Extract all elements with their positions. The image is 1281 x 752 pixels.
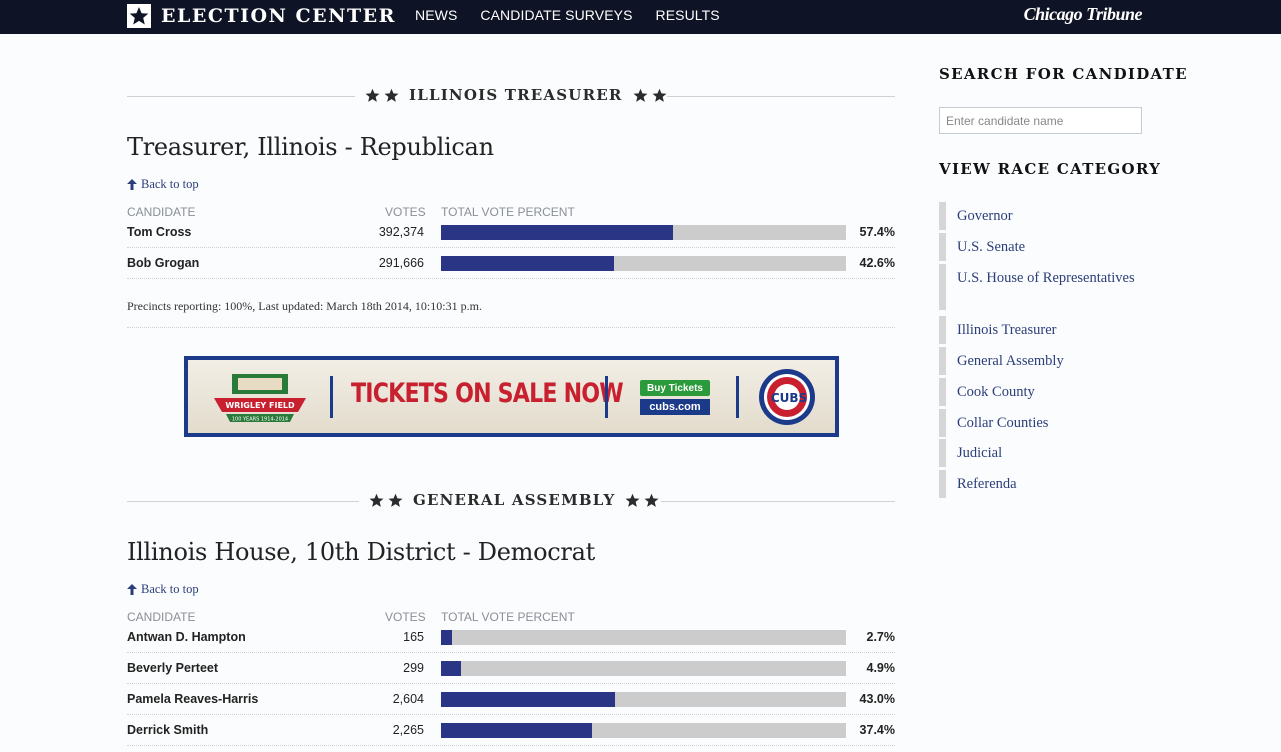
stars-icon [365,88,399,103]
section-header-general-assembly: GENERAL ASSEMBLY [127,491,895,511]
divider-line [127,327,895,328]
section-header-illinois-treasurer: ILLINOIS TREASURER [127,86,895,106]
wrigley-field-text: WRIGLEY FIELD [225,401,295,410]
stars-icon [369,493,403,508]
vote-percent-fill [441,225,674,240]
category-link-collar-counties[interactable]: Collar Counties [939,409,1149,437]
candidate-name: Bob Grogan [127,256,200,270]
category-link-governor[interactable]: Governor [939,202,1149,230]
section-label: GENERAL ASSEMBLY [369,491,659,509]
category-link-illinois-treasurer[interactable]: Illinois Treasurer [939,316,1149,344]
vote-percent-bar [441,661,846,676]
candidate-row: Antwan D. Hampton 165 2.7% [127,622,895,653]
candidate-row: Beverly Perteet 299 4.9% [127,653,895,684]
vote-percent-bar [441,630,846,645]
candidate-percent: 2.7% [866,630,896,644]
candidate-percent: 42.6% [859,256,895,270]
top-navigation-bar: ELECTION CENTER NEWS CANDIDATE SURVEYS R… [0,0,1281,34]
view-race-category-title: VIEW RACE CATEGORY [939,160,1162,178]
ad-headline: TICKETS ON SALE NOW [351,378,624,409]
section-title: ILLINOIS TREASURER [409,86,623,104]
vote-percent-bar [441,256,846,271]
vote-percent-bar [441,723,846,738]
candidate-percent: 37.4% [859,723,895,737]
buy-tickets-button[interactable]: Buy Tickets [640,380,710,396]
vote-percent-fill [441,256,614,271]
vote-percent-fill [441,723,593,738]
cubs-com-link[interactable]: cubs.com [640,399,710,415]
candidate-percent: 4.9% [866,661,896,675]
stars-icon [625,493,659,508]
chicago-tribune-logo[interactable]: Chicago Tribune [1024,4,1143,25]
candidate-votes: 2,604 [392,692,424,706]
star-icon [127,4,151,28]
category-link-referenda[interactable]: Referenda [939,470,1149,498]
candidate-row: Bob Grogan 291,666 42.6% [127,248,895,279]
ad-background: WRIGLEY FIELD 100 YEARS 1914-2014 TICKET… [188,360,835,433]
wrigley-years-text: 100 YEARS 1914-2014 [232,417,288,423]
wrigley-field-logo: WRIGLEY FIELD 100 YEARS 1914-2014 [214,374,306,423]
ad-divider [605,376,608,418]
cubs-logo-icon: CUBS [759,369,815,425]
candidate-row: Tom Cross 392,374 57.4% [127,217,895,248]
candidate-name: Beverly Perteet [127,661,219,675]
category-link-u-s-senate[interactable]: U.S. Senate [939,233,1149,261]
vote-percent-fill [441,661,461,676]
candidate-votes: 165 [403,630,424,644]
candidate-percent: 43.0% [859,692,895,706]
search-for-candidate-title: SEARCH FOR CANDIDATE [939,65,1188,83]
candidate-name: Antwan D. Hampton [127,630,246,644]
candidate-percent: 57.4% [859,225,895,239]
candidate-votes: 299 [403,661,424,675]
section-title: GENERAL ASSEMBLY [413,491,616,509]
arrow-up-icon [127,179,137,190]
vote-percent-fill [441,692,616,707]
category-link-general-assembly[interactable]: General Assembly [939,347,1149,375]
race-title: Illinois House, 10th District - Democrat [127,538,595,566]
category-link-u-s-house-of-representatives[interactable]: U.S. House of Representatives [939,264,1149,310]
nav-results[interactable]: RESULTS [656,7,720,23]
brand-title: ELECTION CENTER [161,5,396,27]
section-label: ILLINOIS TREASURER [365,86,667,104]
cubs-logo-text: CUBS [771,391,807,405]
candidate-search-input[interactable] [939,107,1142,134]
ad-divider [330,376,333,418]
back-to-top-link[interactable]: Back to top [127,177,199,192]
category-link-cook-county[interactable]: Cook County [939,378,1149,406]
candidate-votes: 392,374 [378,225,424,239]
stars-icon [633,88,667,103]
nav-candidate-surveys[interactable]: CANDIDATE SURVEYS [480,7,632,23]
candidate-row: Pamela Reaves-Harris 2,604 43.0% [127,684,895,715]
row-separator [127,278,895,279]
vote-percent-fill [441,630,452,645]
divider-line [127,96,355,97]
precincts-reporting: Precincts reporting: 100%, Last updated:… [127,299,482,313]
main-nav: NEWS CANDIDATE SURVEYS RESULTS [415,0,743,30]
candidate-votes: 2,265 [392,723,424,737]
ad-divider [736,376,739,418]
divider-line [661,501,895,502]
candidate-name: Pamela Reaves-Harris [127,692,259,706]
back-to-top-label: Back to top [141,177,199,191]
candidate-name: Tom Cross [127,225,192,239]
vote-percent-bar [441,692,846,707]
back-to-top-label: Back to top [141,582,199,596]
election-center-logo[interactable]: ELECTION CENTER [127,3,396,29]
divider-line [127,501,359,502]
category-link-judicial[interactable]: Judicial [939,439,1149,467]
row-separator [127,745,895,746]
candidate-votes: 291,666 [378,256,424,270]
candidate-row: Derrick Smith 2,265 37.4% [127,715,895,746]
back-to-top-link[interactable]: Back to top [127,582,199,597]
divider-line [667,96,895,97]
arrow-up-icon [127,584,137,595]
nav-news[interactable]: NEWS [415,7,457,23]
vote-percent-bar [441,225,846,240]
cubs-ad-banner[interactable]: WRIGLEY FIELD 100 YEARS 1914-2014 TICKET… [184,356,839,437]
race-title: Treasurer, Illinois - Republican [127,133,494,161]
candidate-name: Derrick Smith [127,723,209,737]
